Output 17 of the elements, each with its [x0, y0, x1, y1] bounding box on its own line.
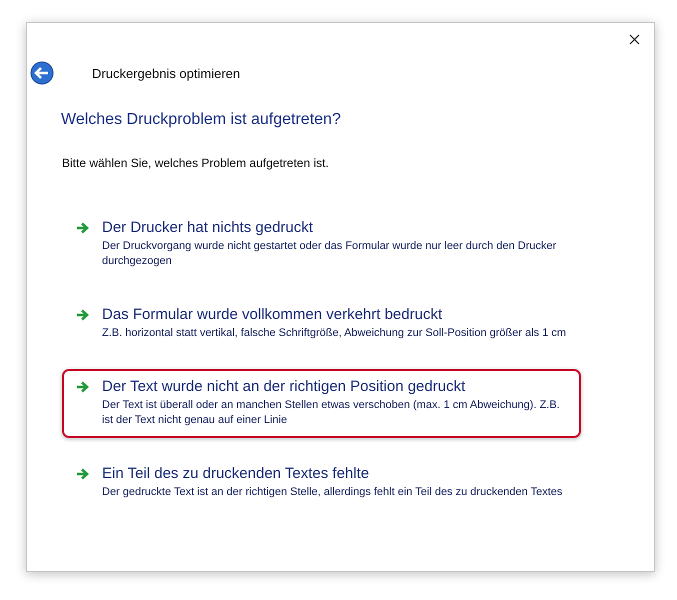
- instruction-text: Bitte wählen Sie, welches Problem aufgetreten ist.: [62, 156, 329, 170]
- option-link[interactable]: Der Text wurde nicht an der richtigen Position gedruckt Der Text ist überall oder an manchen Stellen etwas verschoben (max. 1 cm Abweichung). Z.B. ist der Text nicht genau auf einer Linie: [62, 369, 581, 438]
- arrow-icon: [76, 222, 90, 234]
- option-description: Der Text ist überall oder an manchen Stellen etwas verschoben (max. 1 cm Abweichung). Z.B. ist der Text nicht genau auf einer Linie: [102, 398, 561, 428]
- option-description: Der gedruckte Text ist an der richtigen Stelle, allerdings fehlt ein Teil des zu druckenden Textes: [102, 485, 564, 500]
- page-heading: Welches Druckproblem ist aufgetreten?: [61, 111, 341, 129]
- arrow-icon: [76, 468, 90, 480]
- arrow-icon: [76, 381, 90, 393]
- back-button[interactable]: [30, 61, 54, 85]
- option-link[interactable]: Ein Teil des zu druckenden Textes fehlte Der gedruckte Text ist an der richtigen Stelle, allerdings fehlt ein Teil des zu druckenden Textes: [62, 456, 581, 510]
- option-description: Der Druckvorgang wurde nicht gestartet oder das Formular wurde nur leer durch den Drucker durchgezogen: [102, 239, 558, 269]
- option-description: Z.B. horizontal statt vertikal, falsche Schriftgröße, Abweichung zur Soll-Position größer als 1 cm: [102, 326, 568, 341]
- option-link[interactable]: Das Formular wurde vollkommen verkehrt bedruckt Z.B. horizontal statt vertikal, falsche Schriftgröße, Abweichung zur Soll-Position größer als 1 cm: [62, 297, 581, 351]
- close-icon: [628, 34, 640, 44]
- arrow-icon: [76, 309, 90, 321]
- window-title: Druckergebnis optimieren: [92, 66, 240, 80]
- option-link[interactable]: Der Drucker hat nichts gedruckt Der Druckvorgang wurde nicht gestartet oder das Formular wurde nur leer durch den Drucker durchgezogen: [62, 210, 581, 279]
